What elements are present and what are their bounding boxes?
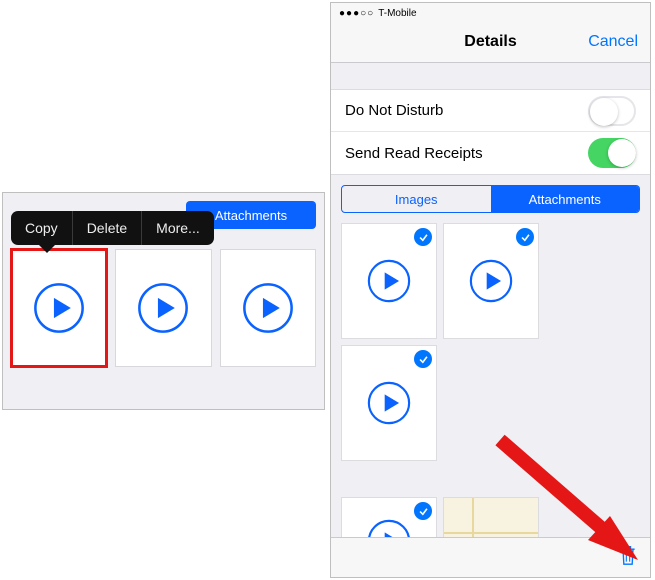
context-more[interactable]: More...: [142, 211, 214, 245]
nav-title: Details: [464, 33, 516, 51]
images-tab[interactable]: Images: [342, 186, 491, 212]
cancel-button[interactable]: Cancel: [588, 33, 638, 51]
carrier-label: T-Mobile: [378, 8, 416, 19]
checkmark-icon: [516, 228, 534, 246]
dnd-label: Do Not Disturb: [345, 102, 588, 119]
attachment-grid: [331, 223, 650, 461]
play-icon: [468, 258, 514, 304]
nav-bar: Details Cancel: [331, 21, 650, 63]
read-receipts-toggle[interactable]: [588, 138, 636, 168]
do-not-disturb-row: Do Not Disturb: [331, 90, 650, 132]
status-bar: ●●●○○ T-Mobile: [331, 3, 650, 21]
play-icon: [366, 380, 412, 426]
context-delete[interactable]: Delete: [73, 211, 141, 245]
context-copy[interactable]: Copy: [11, 211, 72, 245]
attachment-thumb[interactable]: [341, 223, 437, 339]
signal-dots-icon: ●●●○○: [339, 8, 374, 19]
left-screenshot: Attachments Copy Delete More...: [2, 192, 325, 410]
checkmark-icon: [414, 502, 432, 520]
attachment-thumb[interactable]: [341, 345, 437, 461]
context-menu: Copy Delete More...: [11, 211, 214, 245]
checkmark-icon: [414, 228, 432, 246]
checkmark-icon: [414, 350, 432, 368]
settings-group: Do Not Disturb Send Read Receipts: [331, 89, 650, 175]
bottom-toolbar: [331, 537, 650, 577]
segmented-control: Images Attachments: [331, 175, 650, 223]
play-icon: [32, 281, 86, 335]
trash-button[interactable]: [618, 544, 638, 571]
attachments-tab[interactable]: Attachments: [491, 186, 640, 212]
attachment-thumb[interactable]: [443, 223, 539, 339]
attachment-thumb[interactable]: [115, 249, 211, 367]
attachment-thumb-selected[interactable]: [11, 249, 107, 367]
phone-screenshot: ●●●○○ T-Mobile Details Cancel Do Not Dis…: [330, 2, 651, 578]
play-icon: [136, 281, 190, 335]
attachment-thumb[interactable]: [220, 249, 316, 367]
read-receipts-label: Send Read Receipts: [345, 145, 588, 162]
play-icon: [366, 258, 412, 304]
trash-icon: [618, 544, 638, 566]
dnd-toggle[interactable]: [588, 96, 636, 126]
play-icon: [241, 281, 295, 335]
attachment-row: [11, 249, 316, 367]
read-receipts-row: Send Read Receipts: [331, 132, 650, 174]
